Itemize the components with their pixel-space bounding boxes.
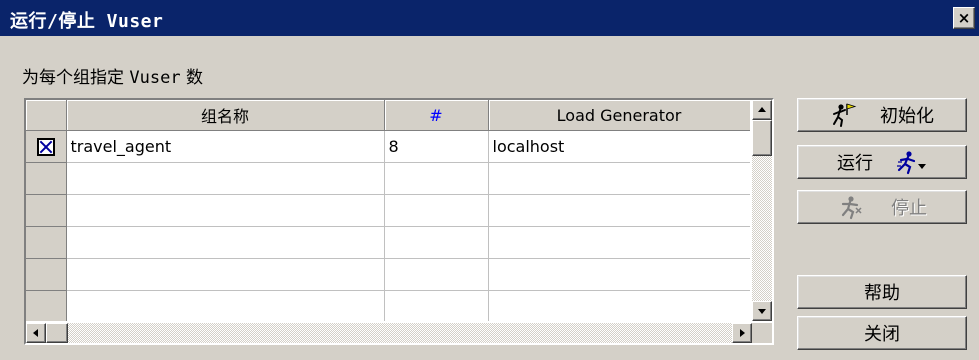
table-row[interactable]	[26, 194, 750, 227]
vuser-count-cell[interactable]	[384, 258, 489, 291]
table-row[interactable]	[26, 226, 750, 259]
horizontal-scroll-thumb[interactable]	[46, 323, 68, 343]
title-bar[interactable]: 运行/停止 Vuser ×	[0, 0, 979, 36]
group-name-cell[interactable]	[66, 194, 385, 227]
runner-dropdown-icon	[895, 149, 927, 175]
group-name-cell[interactable]	[66, 290, 385, 321]
table-row[interactable]	[26, 290, 750, 321]
row-checkbox-cell[interactable]	[26, 290, 67, 321]
table-row[interactable]: travel_agent 8 localhost	[26, 130, 750, 163]
column-header-count[interactable]: #	[384, 100, 489, 131]
row-checkbox-cell[interactable]	[26, 194, 67, 227]
window-title: 运行/停止 Vuser	[10, 11, 164, 32]
initialize-label: 初始化	[880, 106, 934, 127]
row-checkbox-cell[interactable]	[26, 258, 67, 291]
close-icon: ×	[957, 9, 971, 27]
arrow-right-icon	[740, 329, 745, 337]
window-close-button[interactable]: ×	[953, 7, 975, 29]
column-header-load-generator[interactable]: Load Generator	[488, 100, 750, 131]
checkbox-checked-icon[interactable]	[36, 138, 55, 157]
arrow-up-icon	[758, 107, 766, 112]
scroll-up-button[interactable]	[752, 100, 772, 120]
vuser-count-cell[interactable]	[384, 162, 489, 195]
vertical-scrollbar[interactable]	[752, 100, 772, 321]
run-label: 运行	[837, 153, 873, 174]
column-header-group-name[interactable]: 组名称	[66, 100, 385, 131]
scrollbar-corner	[752, 323, 772, 343]
load-generator-cell[interactable]	[488, 290, 750, 321]
group-name-cell[interactable]: travel_agent	[66, 130, 385, 163]
vuser-count-cell[interactable]	[384, 226, 489, 259]
help-label: 帮助	[864, 283, 900, 304]
horizontal-scrollbar[interactable]	[26, 323, 752, 343]
load-generator-cell[interactable]	[488, 258, 750, 291]
load-generator-cell[interactable]	[488, 162, 750, 195]
instruction-label: 为每个组指定 Vuser 数	[22, 68, 203, 88]
runner-flag-icon	[830, 102, 858, 128]
scroll-down-button[interactable]	[752, 301, 772, 321]
stop-label: 停止	[891, 198, 927, 219]
close-button[interactable]: 关闭	[797, 316, 967, 350]
row-header-corner	[26, 100, 67, 131]
stop-button[interactable]: 停止	[797, 190, 967, 224]
load-generator-cell[interactable]	[488, 194, 750, 227]
vuser-count-cell[interactable]: 8	[384, 130, 489, 163]
runner-stop-icon	[837, 194, 865, 220]
run-button[interactable]: 运行	[797, 145, 967, 179]
row-checkbox-cell[interactable]	[26, 162, 67, 195]
scroll-left-button[interactable]	[26, 323, 46, 343]
arrow-left-icon	[33, 329, 38, 337]
help-button[interactable]: 帮助	[797, 275, 967, 309]
load-generator-cell[interactable]: localhost	[488, 130, 750, 163]
scroll-right-button[interactable]	[732, 323, 752, 343]
initialize-button[interactable]: 初始化	[797, 98, 967, 132]
table-row[interactable]	[26, 162, 750, 195]
load-generator-cell[interactable]	[488, 226, 750, 259]
vuser-count-cell[interactable]	[384, 194, 489, 227]
close-label: 关闭	[864, 324, 900, 345]
vuser-count-cell[interactable]	[384, 290, 489, 321]
group-name-cell[interactable]	[66, 226, 385, 259]
group-name-cell[interactable]	[66, 162, 385, 195]
arrow-down-icon	[758, 309, 766, 314]
group-grid[interactable]: 组名称 # Load Generator travel_agent 8 loca…	[24, 98, 774, 345]
group-name-cell[interactable]	[66, 258, 385, 291]
row-checkbox-cell[interactable]	[26, 226, 67, 259]
vertical-scroll-thumb[interactable]	[752, 120, 772, 156]
row-checkbox-cell[interactable]	[26, 130, 67, 163]
table-row[interactable]	[26, 258, 750, 291]
